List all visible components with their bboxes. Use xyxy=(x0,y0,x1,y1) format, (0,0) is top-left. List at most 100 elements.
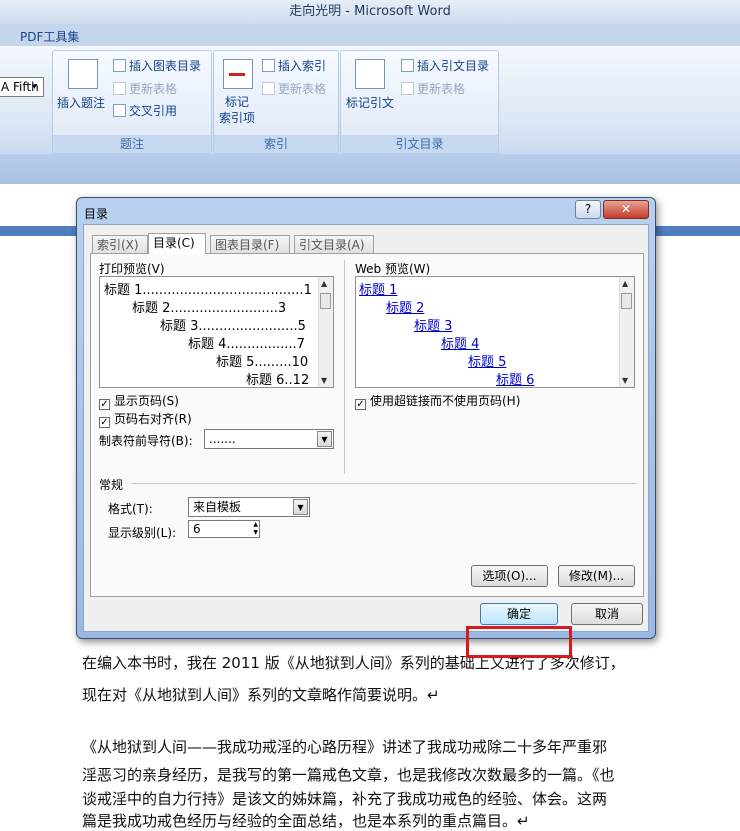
update-table-button-caption: 更新表格 xyxy=(113,80,177,97)
tab-leader-label: 制表符前导符(B): xyxy=(99,434,193,448)
mark-citation-icon xyxy=(355,59,385,89)
use-hyperlinks-label: 使用超链接而不使用页码(H) xyxy=(370,394,521,408)
style-combo[interactable]: A Fifth ▾ xyxy=(0,77,44,97)
mark-entry-icon xyxy=(223,59,253,89)
scroll-thumb[interactable] xyxy=(320,293,331,309)
format-select[interactable]: 来自模板 ▼ xyxy=(188,497,310,517)
divider xyxy=(344,260,345,474)
options-button[interactable]: 选项(O)... xyxy=(471,565,548,587)
print-preview-box[interactable]: 标题 1....................................… xyxy=(99,276,334,388)
cancel-button[interactable]: 取消 xyxy=(571,603,643,625)
scroll-down-icon: ▼ xyxy=(622,376,629,385)
update-table-icon xyxy=(113,82,126,95)
ribbon-group-citations: 标记引文 插入引文目录 更新表格 引文目录 xyxy=(340,50,499,154)
web-preview-link[interactable]: 标题 3 xyxy=(414,319,452,334)
doc-paragraph-line: 现在对《从地狱到人间》系列的文章略作简要说明。↵ xyxy=(82,686,440,704)
checkbox-icon: ✓ xyxy=(99,417,110,428)
dialog-title: 目录 xyxy=(84,207,109,221)
update-table-label: 更新表格 xyxy=(129,82,178,96)
print-preview-line: 标题 2..........................3 xyxy=(132,301,287,316)
mark-citation-button[interactable]: 标记引文 xyxy=(346,94,394,111)
update-table-icon xyxy=(262,82,275,95)
group-label-index: 索引 xyxy=(214,135,338,153)
tab-table-of-authorities[interactable]: 引文目录(A) xyxy=(294,235,374,253)
mark-entry-button[interactable]: 标记 索引项 xyxy=(219,94,255,126)
format-label: 格式(T): xyxy=(108,502,153,516)
tab-table-of-figures[interactable]: 图表目录(F) xyxy=(210,235,290,253)
web-preview-label: Web 预览(W) xyxy=(355,262,431,276)
tab-pdf-tools[interactable]: PDF工具集 xyxy=(20,28,79,45)
insert-table-of-figures-label: 插入图表目录 xyxy=(129,59,202,73)
update-table-label: 更新表格 xyxy=(278,82,327,96)
update-table-button-index: 更新表格 xyxy=(262,80,326,97)
chevron-down-icon: ▼ xyxy=(293,499,308,515)
group-label-citations: 引文目录 xyxy=(341,135,498,153)
web-preview-box[interactable]: 标题 1 标题 2 标题 3 标题 4 标题 5 标题 6 ▲ ▼ xyxy=(355,276,635,388)
close-button[interactable]: ✕ xyxy=(603,200,649,219)
show-page-numbers-checkbox[interactable]: ✓ 显示页码(S) xyxy=(99,392,179,410)
doc-paragraph-line: 淫恶习的亲身经历，是我写的第一篇戒色文章，也是我修改次数最多的一篇。《也 xyxy=(82,766,615,784)
web-preview-link[interactable]: 标题 5 xyxy=(468,355,506,370)
ruler-band xyxy=(0,154,740,184)
web-preview-link[interactable]: 标题 1 xyxy=(359,283,397,298)
insert-index-label: 插入索引 xyxy=(278,59,327,73)
right-align-checkbox[interactable]: ✓ 页码右对齐(R) xyxy=(99,410,192,428)
doc-paragraph-line: 谈戒淫中的自力行持》是该文的姊妹篇，补充了我成功戒色的经验、体会。这两 xyxy=(82,790,608,808)
ribbon-group-index: 标记 索引项 插入索引 更新表格 索引 xyxy=(213,50,339,154)
web-preview-link[interactable]: 标题 6 xyxy=(496,373,534,387)
ok-button[interactable]: 确定 xyxy=(480,603,558,625)
checkbox-icon: ✓ xyxy=(99,399,110,410)
cross-reference-label: 交叉引用 xyxy=(129,104,178,118)
group-label-caption: 题注 xyxy=(53,135,211,153)
print-preview-line: 标题 3........................5 xyxy=(160,319,306,334)
use-hyperlinks-checkbox[interactable]: ✓ 使用超链接而不使用页码(H) xyxy=(355,392,520,410)
scroll-thumb[interactable] xyxy=(621,293,632,309)
doc-paragraph-line: 《从地狱到人间——我成功戒淫的心路历程》讲述了我成功戒除二十多年严重邪 xyxy=(82,738,608,756)
divider xyxy=(131,483,637,484)
insert-index-icon xyxy=(262,59,275,72)
table-of-authorities-icon xyxy=(401,59,414,72)
web-preview-link[interactable]: 标题 2 xyxy=(386,301,424,316)
insert-table-of-authorities-button[interactable]: 插入引文目录 xyxy=(401,57,489,74)
print-preview-line: 标题 1....................................… xyxy=(104,283,312,298)
print-preview-line: 标题 5.........10 xyxy=(216,355,309,370)
levels-stepper[interactable]: 6 ▲ ▼ xyxy=(188,520,260,538)
toc-dialog: 目录 ? ✕ 索引(X) 目录(C) 图表目录(F) 引文目录(A) 打印预览(… xyxy=(76,197,656,658)
right-align-label: 页码右对齐(R) xyxy=(114,412,192,426)
window-title: 走向光明 - Microsoft Word xyxy=(0,0,740,24)
update-table-button-citations: 更新表格 xyxy=(401,80,465,97)
insert-table-of-figures-button[interactable]: 插入图表目录 xyxy=(113,57,201,74)
levels-value: 6 xyxy=(193,522,201,536)
web-preview-scrollbar[interactable]: ▲ ▼ xyxy=(619,277,634,387)
update-table-label: 更新表格 xyxy=(417,82,466,96)
insert-caption-button[interactable]: 插入题注 xyxy=(57,94,105,111)
tab-panel: 打印预览(V) 标题 1............................… xyxy=(90,253,644,597)
chevron-down-icon: ▾ xyxy=(32,82,37,91)
spin-up-icon[interactable]: ▲ xyxy=(253,521,258,529)
tab-leader-select[interactable]: ....... ▼ xyxy=(204,429,334,449)
tab-toc[interactable]: 目录(C) xyxy=(148,233,206,254)
print-preview-line: 标题 6..12 xyxy=(246,373,310,388)
scroll-up-icon: ▲ xyxy=(321,279,328,288)
tab-leader-value: ....... xyxy=(209,432,236,446)
tab-index[interactable]: 索引(X) xyxy=(92,235,148,253)
print-preview-scrollbar[interactable]: ▲ ▼ xyxy=(318,277,333,387)
levels-label: 显示级别(L): xyxy=(108,526,177,540)
print-preview-label: 打印预览(V) xyxy=(99,262,165,276)
insert-table-of-authorities-label: 插入引文目录 xyxy=(417,59,490,73)
cross-reference-icon xyxy=(113,104,126,117)
modify-button[interactable]: 修改(M)... xyxy=(558,565,635,587)
ok-button-highlight xyxy=(466,626,572,658)
help-button[interactable]: ? xyxy=(575,200,601,219)
web-preview-link[interactable]: 标题 4 xyxy=(441,337,479,352)
table-of-figures-icon xyxy=(113,59,126,72)
doc-paragraph-line: 篇是我成功戒色经历与经验的全面总结，也是本系列的重点篇目。↵ xyxy=(82,812,530,830)
ribbon-tab-row xyxy=(0,24,740,46)
scroll-up-icon: ▲ xyxy=(622,279,629,288)
cross-reference-button[interactable]: 交叉引用 xyxy=(113,102,177,119)
general-section-label: 常规 xyxy=(99,478,124,492)
scroll-down-icon: ▼ xyxy=(321,376,328,385)
insert-index-button[interactable]: 插入索引 xyxy=(262,57,326,74)
spin-down-icon[interactable]: ▼ xyxy=(253,529,258,537)
dialog-body: 索引(X) 目录(C) 图表目录(F) 引文目录(A) 打印预览(V) 标题 1… xyxy=(83,224,649,658)
